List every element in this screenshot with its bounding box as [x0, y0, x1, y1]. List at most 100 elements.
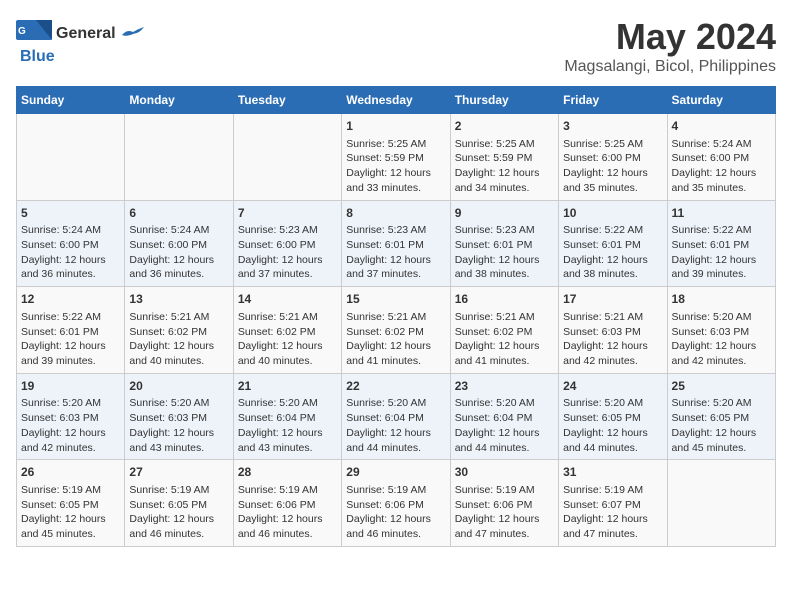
- calendar-cell: 13 Sunrise: 5:21 AMSunset: 6:02 PMDayligh…: [125, 287, 233, 374]
- header-tuesday: Tuesday: [233, 87, 341, 114]
- calendar-table: SundayMondayTuesdayWednesdayThursdayFrid…: [16, 86, 776, 547]
- day-info: Sunrise: 5:20 AMSunset: 6:03 PMDaylight:…: [129, 396, 228, 455]
- header: G General Blue May 2024 Magsalangi, Bico…: [16, 16, 776, 76]
- day-info: Sunrise: 5:19 AMSunset: 6:05 PMDaylight:…: [21, 483, 120, 542]
- calendar-cell: 4 Sunrise: 5:24 AMSunset: 6:00 PMDaylight…: [667, 114, 775, 201]
- day-info: Sunrise: 5:21 AMSunset: 6:02 PMDaylight:…: [346, 310, 445, 369]
- title-area: May 2024 Magsalangi, Bicol, Philippines: [564, 16, 776, 76]
- calendar-cell: [667, 460, 775, 547]
- day-number: 24: [563, 378, 662, 395]
- day-info: Sunrise: 5:19 AMSunset: 6:06 PMDaylight:…: [238, 483, 337, 542]
- day-info: Sunrise: 5:23 AMSunset: 6:01 PMDaylight:…: [455, 223, 554, 282]
- day-info: Sunrise: 5:23 AMSunset: 6:00 PMDaylight:…: [238, 223, 337, 282]
- calendar-cell: 31 Sunrise: 5:19 AMSunset: 6:07 PMDayligh…: [559, 460, 667, 547]
- calendar-cell: 23Sunrise: 5:20 AMSunset: 6:04 PMDayligh…: [450, 373, 558, 460]
- calendar-cell: 30Sunrise: 5:19 AMSunset: 6:06 PMDayligh…: [450, 460, 558, 547]
- day-info: Sunrise: 5:20 AMSunset: 6:05 PMDaylight:…: [563, 396, 662, 455]
- day-number: 30: [455, 464, 554, 481]
- day-info: Sunrise: 5:20 AMSunset: 6:05 PMDaylight:…: [672, 396, 771, 455]
- day-number: 18: [672, 291, 771, 308]
- day-number: 25: [672, 378, 771, 395]
- day-number: 9: [455, 205, 554, 222]
- day-number: 1: [346, 118, 445, 135]
- calendar-cell: 15 Sunrise: 5:21 AMSunset: 6:02 PMDayligh…: [342, 287, 450, 374]
- calendar-cell: 18 Sunrise: 5:20 AMSunset: 6:03 PMDayligh…: [667, 287, 775, 374]
- day-info: Sunrise: 5:20 AMSunset: 6:04 PMDaylight:…: [346, 396, 445, 455]
- calendar-cell: 17 Sunrise: 5:21 AMSunset: 6:03 PMDayligh…: [559, 287, 667, 374]
- day-number: 16: [455, 291, 554, 308]
- day-number: 5: [21, 205, 120, 222]
- day-info: Sunrise: 5:19 AMSunset: 6:07 PMDaylight:…: [563, 483, 662, 542]
- day-info: Sunrise: 5:21 AMSunset: 6:02 PMDaylight:…: [129, 310, 228, 369]
- day-info: Sunrise: 5:20 AMSunset: 6:03 PMDaylight:…: [672, 310, 771, 369]
- day-number: 17: [563, 291, 662, 308]
- day-info: Sunrise: 5:25 AMSunset: 5:59 PMDaylight:…: [346, 137, 445, 196]
- day-number: 29: [346, 464, 445, 481]
- calendar-cell: 6Sunrise: 5:24 AMSunset: 6:00 PMDaylight…: [125, 200, 233, 287]
- calendar-cell: 12 Sunrise: 5:22 AMSunset: 6:01 PMDayligh…: [17, 287, 125, 374]
- calendar-cell: 16Sunrise: 5:21 AMSunset: 6:02 PMDayligh…: [450, 287, 558, 374]
- day-number: 6: [129, 205, 228, 222]
- day-info: Sunrise: 5:25 AMSunset: 6:00 PMDaylight:…: [563, 137, 662, 196]
- calendar-cell: 1 Sunrise: 5:25 AMSunset: 5:59 PMDaylight…: [342, 114, 450, 201]
- calendar-cell: 26 Sunrise: 5:19 AMSunset: 6:05 PMDayligh…: [17, 460, 125, 547]
- day-number: 23: [455, 378, 554, 395]
- day-number: 20: [129, 378, 228, 395]
- week-row-2: 5Sunrise: 5:24 AMSunset: 6:00 PMDaylight…: [17, 200, 776, 287]
- calendar-cell: 20Sunrise: 5:20 AMSunset: 6:03 PMDayligh…: [125, 373, 233, 460]
- day-number: 11: [672, 205, 771, 222]
- calendar-cell: 22Sunrise: 5:20 AMSunset: 6:04 PMDayligh…: [342, 373, 450, 460]
- day-number: 12: [21, 291, 120, 308]
- week-row-5: 26 Sunrise: 5:19 AMSunset: 6:05 PMDayligh…: [17, 460, 776, 547]
- logo-icon: G: [16, 20, 52, 48]
- day-info: Sunrise: 5:22 AMSunset: 6:01 PMDaylight:…: [21, 310, 120, 369]
- day-number: 4: [672, 118, 771, 135]
- day-info: Sunrise: 5:21 AMSunset: 6:02 PMDaylight:…: [238, 310, 337, 369]
- day-info: Sunrise: 5:19 AMSunset: 6:05 PMDaylight:…: [129, 483, 228, 542]
- day-number: 13: [129, 291, 228, 308]
- header-wednesday: Wednesday: [342, 87, 450, 114]
- day-info: Sunrise: 5:20 AMSunset: 6:04 PMDaylight:…: [238, 396, 337, 455]
- header-sunday: Sunday: [17, 87, 125, 114]
- calendar-cell: 14 Sunrise: 5:21 AMSunset: 6:02 PMDayligh…: [233, 287, 341, 374]
- day-number: 27: [129, 464, 228, 481]
- day-number: 31: [563, 464, 662, 481]
- page-title: May 2024: [564, 16, 776, 58]
- calendar-cell: 11Sunrise: 5:22 AMSunset: 6:01 PMDayligh…: [667, 200, 775, 287]
- day-info: Sunrise: 5:24 AMSunset: 6:00 PMDaylight:…: [672, 137, 771, 196]
- day-info: Sunrise: 5:22 AMSunset: 6:01 PMDaylight:…: [563, 223, 662, 282]
- day-number: 22: [346, 378, 445, 395]
- day-number: 15: [346, 291, 445, 308]
- day-number: 8: [346, 205, 445, 222]
- week-row-1: 1 Sunrise: 5:25 AMSunset: 5:59 PMDaylight…: [17, 114, 776, 201]
- day-number: 14: [238, 291, 337, 308]
- calendar-cell: 3Sunrise: 5:25 AMSunset: 6:00 PMDaylight…: [559, 114, 667, 201]
- calendar-cell: 8Sunrise: 5:23 AMSunset: 6:01 PMDaylight…: [342, 200, 450, 287]
- calendar-cell: 21Sunrise: 5:20 AMSunset: 6:04 PMDayligh…: [233, 373, 341, 460]
- calendar-cell: 5Sunrise: 5:24 AMSunset: 6:00 PMDaylight…: [17, 200, 125, 287]
- day-info: Sunrise: 5:21 AMSunset: 6:03 PMDaylight:…: [563, 310, 662, 369]
- day-info: Sunrise: 5:19 AMSunset: 6:06 PMDaylight:…: [346, 483, 445, 542]
- calendar-cell: 7Sunrise: 5:23 AMSunset: 6:00 PMDaylight…: [233, 200, 341, 287]
- logo-blue: Blue: [20, 48, 55, 66]
- day-number: 26: [21, 464, 120, 481]
- day-number: 21: [238, 378, 337, 395]
- day-info: Sunrise: 5:25 AMSunset: 5:59 PMDaylight:…: [455, 137, 554, 196]
- calendar-cell: 24Sunrise: 5:20 AMSunset: 6:05 PMDayligh…: [559, 373, 667, 460]
- day-info: Sunrise: 5:24 AMSunset: 6:00 PMDaylight:…: [21, 223, 120, 282]
- svg-text:G: G: [18, 26, 26, 37]
- day-number: 28: [238, 464, 337, 481]
- day-number: 10: [563, 205, 662, 222]
- day-info: Sunrise: 5:22 AMSunset: 6:01 PMDaylight:…: [672, 223, 771, 282]
- header-row: SundayMondayTuesdayWednesdayThursdayFrid…: [17, 87, 776, 114]
- day-number: 2: [455, 118, 554, 135]
- header-monday: Monday: [125, 87, 233, 114]
- calendar-cell: [233, 114, 341, 201]
- week-row-3: 12 Sunrise: 5:22 AMSunset: 6:01 PMDayligh…: [17, 287, 776, 374]
- day-number: 7: [238, 205, 337, 222]
- calendar-cell: 2 Sunrise: 5:25 AMSunset: 5:59 PMDaylight…: [450, 114, 558, 201]
- calendar-cell: 19Sunrise: 5:20 AMSunset: 6:03 PMDayligh…: [17, 373, 125, 460]
- day-info: Sunrise: 5:20 AMSunset: 6:03 PMDaylight:…: [21, 396, 120, 455]
- calendar-cell: [125, 114, 233, 201]
- logo-general: General: [56, 25, 116, 42]
